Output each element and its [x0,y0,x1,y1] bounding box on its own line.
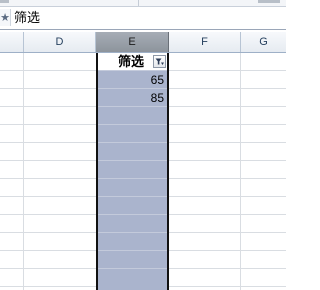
function-icon[interactable]: ★ [0,9,11,26]
worksheet: D E F G 筛选 65 85 [0,32,286,290]
grid-line [98,142,167,143]
grid-line [98,250,167,251]
excel-window: ★ 筛选 D E F G 筛选 65 85 [0,0,286,290]
column-header-c[interactable] [0,32,24,52]
filter-header-cell[interactable]: 筛选 [98,53,167,71]
grid-line [98,160,167,161]
column-header-g[interactable]: G [241,32,286,52]
formula-bar: ★ 筛选 [0,7,286,30]
grid-line [98,178,167,179]
ribbon-separator [138,0,139,6]
column-header-d[interactable]: D [24,32,96,52]
grid-line [98,124,167,125]
filter-dropdown-icon[interactable] [153,55,166,68]
cell-value[interactable]: 85 [151,89,164,107]
grid-line [98,232,167,233]
ribbon-strip [0,0,286,7]
selected-column-e[interactable]: 筛选 65 85 [96,53,169,290]
filter-header-label: 筛选 [118,54,145,69]
column-header-e[interactable]: E [96,32,169,52]
grid-line [98,268,167,269]
column-headers: D E F G [0,32,286,53]
column-header-f[interactable]: F [169,32,241,52]
formula-input[interactable]: 筛选 [14,9,40,26]
grid-line [98,196,167,197]
ribbon-fragment [0,0,9,3]
cell-value[interactable]: 65 [151,71,164,89]
cell-grid[interactable]: 筛选 65 85 [0,53,286,290]
ribbon-fragment [258,0,280,3]
grid-line [98,214,167,215]
